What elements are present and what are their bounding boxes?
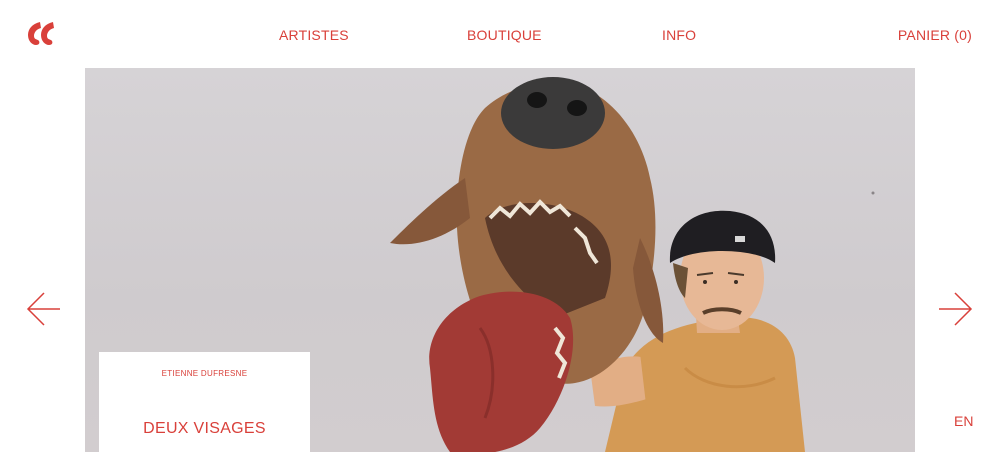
arrow-right-icon[interactable] [937,291,973,327]
language-switch[interactable]: EN [954,413,973,429]
arrow-left-icon[interactable] [26,291,62,327]
nav-artistes[interactable]: ARTISTES [279,27,349,43]
caption-card[interactable]: ETIENNE DUFRESNE DEUX VISAGES [99,352,310,452]
caption-title: DEUX VISAGES [143,420,266,437]
nav-boutique[interactable]: BOUTIQUE [467,27,542,43]
caption-artist: ETIENNE DUFRESNE [161,369,248,378]
page: ARTISTES BOUTIQUE INFO PANIER (0) ETIENN… [0,0,1000,452]
logo-icon[interactable] [27,21,55,47]
nav-cart[interactable]: PANIER (0) [898,27,972,43]
nav-info[interactable]: INFO [662,27,696,43]
